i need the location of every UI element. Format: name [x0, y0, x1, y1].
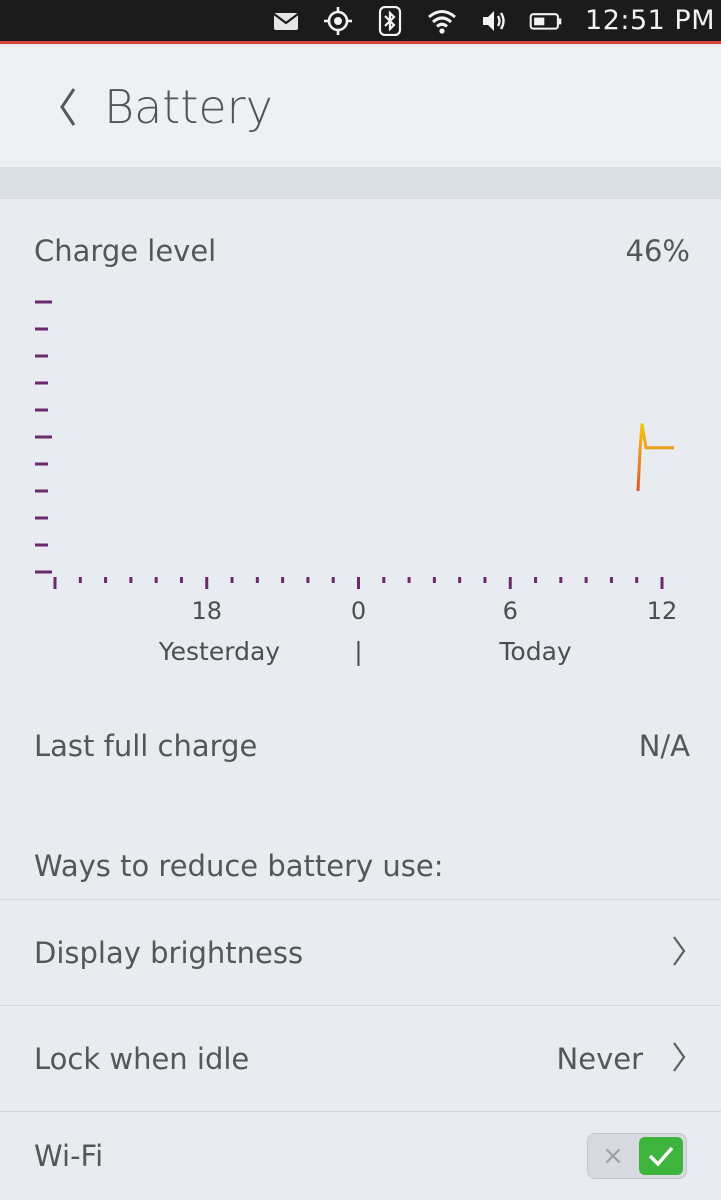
charge-level-label: Charge level [34, 234, 217, 268]
charge-history-chart: 18 0 6 12 Yesterday | Today [0, 289, 721, 679]
x-tick-label: 6 [502, 597, 518, 625]
wifi-label: Wi-Fi [34, 1139, 104, 1173]
wifi-row: Wi-Fi × [0, 1111, 721, 1200]
day-label-yesterday: Yesterday [158, 637, 281, 666]
charge-level-value: 46% [625, 234, 690, 268]
chart-canvas [35, 300, 674, 589]
charge-level-row: Charge level 46% [34, 234, 690, 268]
check-icon [639, 1137, 683, 1175]
lock-when-idle-label: Lock when idle [34, 1041, 250, 1076]
display-brightness-label: Display brightness [34, 935, 304, 970]
day-label-today: Today [499, 637, 572, 666]
wifi-icon [425, 4, 459, 38]
bluetooth-icon [373, 4, 407, 38]
chevron-right-icon [671, 1040, 687, 1078]
last-full-charge-label: Last full charge [34, 729, 258, 763]
day-separator: | [354, 637, 363, 666]
mail-icon [269, 4, 303, 38]
lock-when-idle-row[interactable]: Lock when idle Never [0, 1005, 721, 1111]
x-tick-label: 0 [350, 597, 367, 625]
page-title: Battery [104, 80, 273, 134]
page-header: Battery [0, 47, 721, 167]
battery-icon [529, 4, 563, 38]
x-tick-label: 18 [191, 597, 223, 625]
volume-icon [477, 4, 511, 38]
reduce-battery-heading: Ways to reduce battery use: [34, 849, 444, 883]
last-full-charge-row: Last full charge N/A [34, 729, 690, 763]
header-divider [0, 167, 721, 199]
location-icon [321, 4, 355, 38]
lock-when-idle-value: Never [556, 1041, 643, 1076]
back-button[interactable] [38, 67, 98, 147]
battery-content: Charge level 46% 18 0 6 12 Yesterday | Today … [0, 199, 721, 1200]
charge-series-line [636, 423, 674, 492]
chevron-left-icon [60, 88, 76, 126]
status-bar: 12:51 PM [0, 0, 721, 44]
x-tick-label: 12 [646, 597, 678, 625]
chevron-right-icon [671, 934, 687, 972]
status-time: 12:51 PM [585, 5, 715, 36]
toggle-off-icon: × [602, 1141, 624, 1171]
wifi-toggle[interactable]: × [587, 1133, 687, 1179]
last-full-charge-value: N/A [638, 729, 690, 763]
display-brightness-row[interactable]: Display brightness [0, 899, 721, 1005]
